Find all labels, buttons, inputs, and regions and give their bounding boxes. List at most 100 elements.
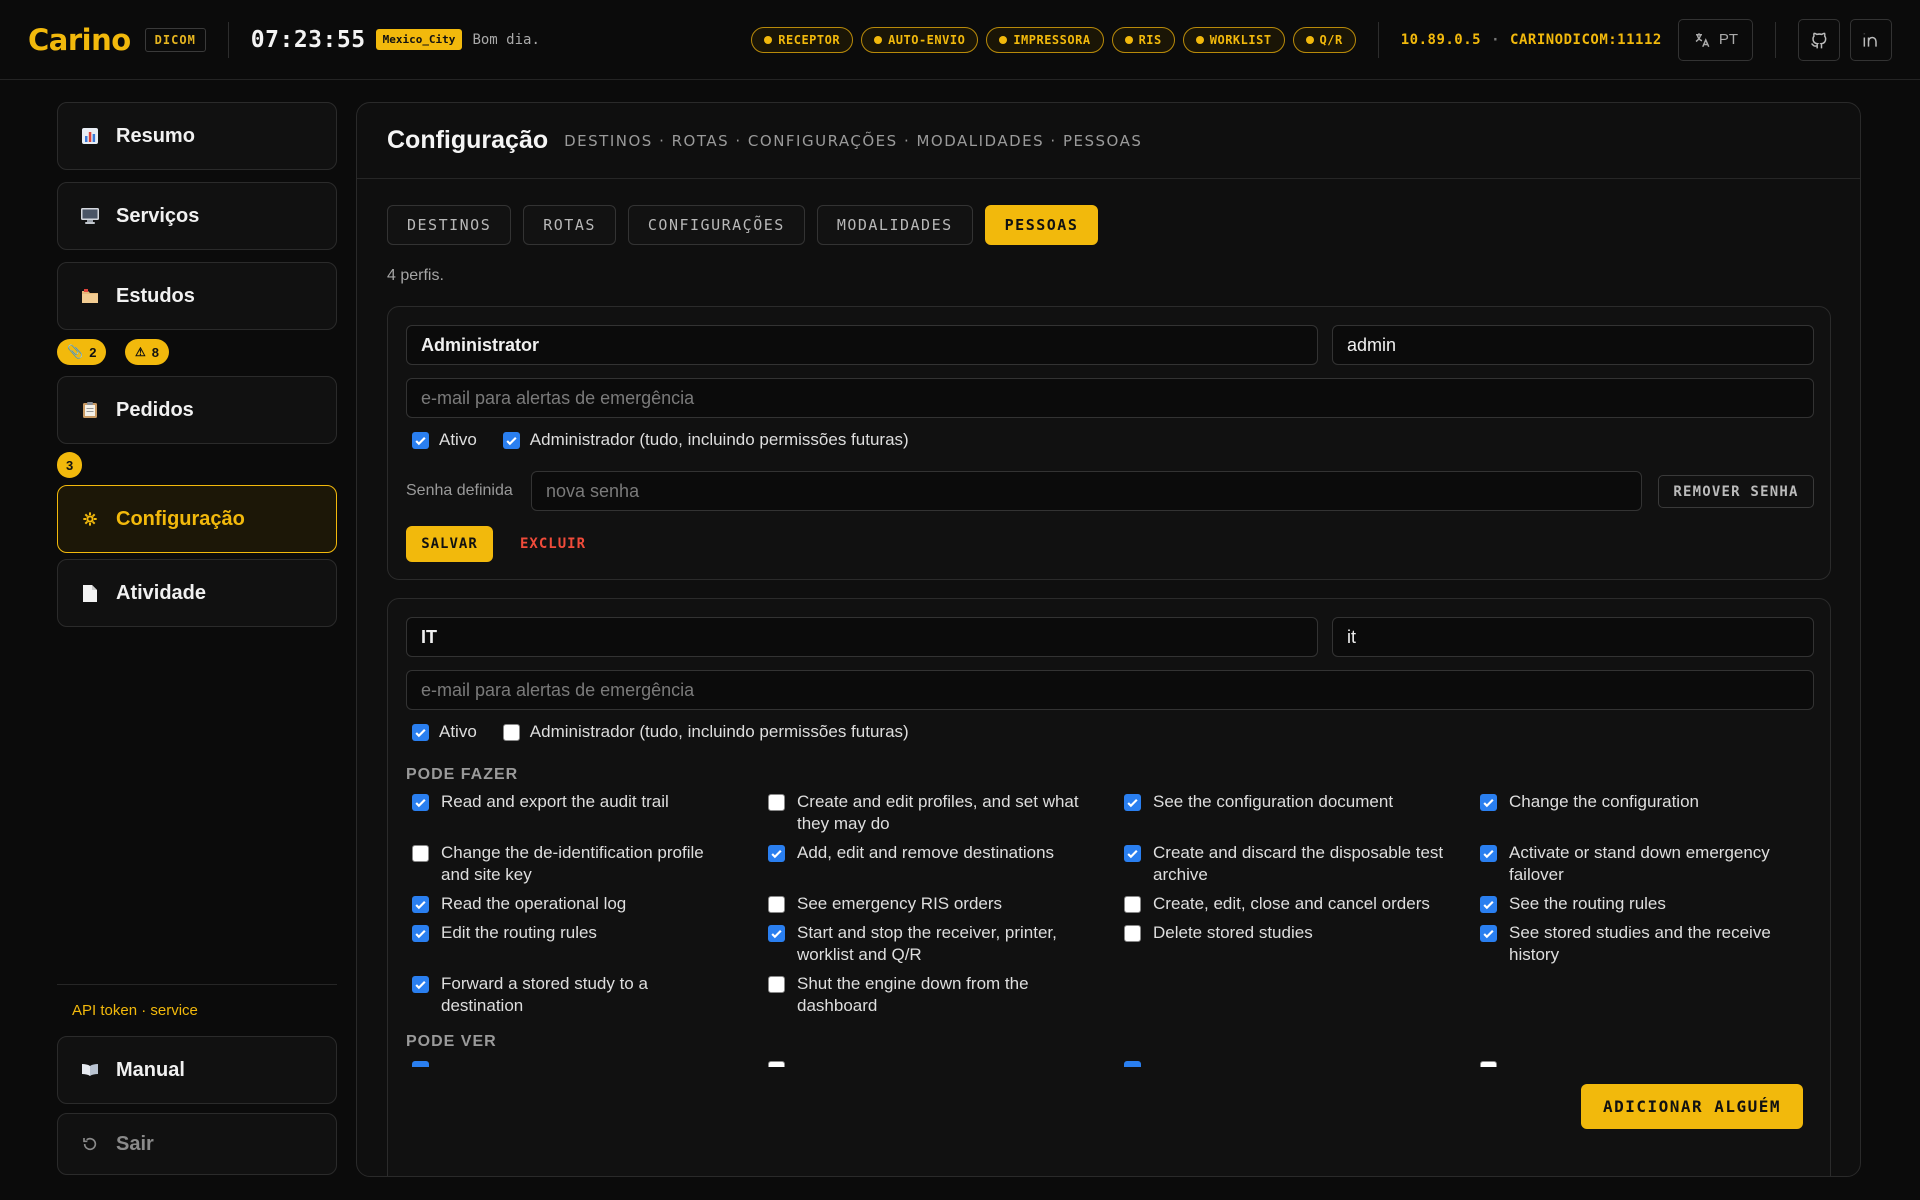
permission-item: Read the operational log <box>412 893 732 915</box>
permission-item: Create and discard the disposable test a… <box>1124 842 1444 886</box>
paperclip-icon: 📎 <box>67 344 84 359</box>
language-button[interactable]: PT <box>1677 18 1753 61</box>
permission-label: Read and export the audit trail <box>441 792 669 811</box>
profile-name-input[interactable]: Administrator <box>406 325 1318 365</box>
new-password-input[interactable]: nova senha <box>531 471 1642 511</box>
permission-checkbox[interactable] <box>768 976 785 993</box>
permission-checkbox[interactable] <box>412 794 429 811</box>
permission-checkbox[interactable] <box>412 925 429 942</box>
sidebar-item-manual[interactable]: Manual <box>57 1036 337 1104</box>
linkedin-icon <box>1863 33 1877 47</box>
checkbox[interactable] <box>412 1061 429 1067</box>
folder-icon <box>80 286 100 306</box>
checkbox-label: Administrador (tudo, incluindo permissõe… <box>529 722 909 741</box>
permission-checkbox[interactable] <box>1124 845 1141 862</box>
permission-label: Delete stored studies <box>1153 923 1313 942</box>
checkbox[interactable] <box>768 1061 785 1067</box>
clipboard-icon <box>80 400 100 420</box>
tab-pessoas[interactable]: PESSOAS <box>984 205 1099 245</box>
estudos-warning-badge: ⚠ 8 <box>125 339 169 365</box>
permission-checkbox[interactable] <box>1124 925 1141 942</box>
profile-name-input[interactable]: IT <box>406 617 1318 657</box>
permission-checkbox[interactable] <box>412 845 429 862</box>
status-dot-icon <box>764 35 773 44</box>
status-pill-receptor[interactable]: RECEPTOR <box>751 26 854 53</box>
delete-button[interactable]: EXCLUIR <box>520 536 586 552</box>
github-icon <box>1811 32 1827 48</box>
permission-label: Edit the routing rules <box>441 923 597 942</box>
permission-label: Change the configuration <box>1509 792 1699 811</box>
permission-item: Forward a stored study to a destination <box>412 973 732 1017</box>
permission-label: Create, edit, close and cancel orders <box>1153 894 1430 913</box>
permission-item: Add, edit and remove destinations <box>768 842 1088 864</box>
status-pill-impressora[interactable]: IMPRESSORA <box>986 26 1104 53</box>
permission-checkbox[interactable] <box>768 896 785 913</box>
badge-count: 8 <box>151 344 159 360</box>
permission-label: Activate or stand down emergency failove… <box>1509 843 1770 884</box>
emergency-email-input[interactable]: e-mail para alertas de emergência <box>406 378 1814 418</box>
status-pill-qr[interactable]: Q/R <box>1292 26 1356 53</box>
status-pill-ris[interactable]: RIS <box>1111 26 1175 53</box>
permission-checkbox[interactable] <box>1480 794 1497 811</box>
active-checkbox[interactable] <box>412 431 429 449</box>
sidebar-item-servicos[interactable]: Serviços <box>57 182 337 250</box>
admin-checkbox[interactable] <box>502 431 520 449</box>
permission-label: See the configuration document <box>1153 792 1394 811</box>
permission-label: Create and discard the disposable test a… <box>1153 843 1444 884</box>
permission-checkbox[interactable] <box>412 896 429 913</box>
permission-checkbox[interactable] <box>1480 845 1497 862</box>
bar-chart-icon <box>80 126 100 146</box>
profile-card-administrator: Administrator admin e-mail para alertas … <box>387 306 1831 580</box>
github-button[interactable] <box>1798 18 1840 61</box>
permission-checkbox[interactable] <box>768 794 785 811</box>
permission-checkbox[interactable] <box>1480 896 1497 913</box>
sidebar-item-configuracao[interactable]: Configuração <box>57 485 337 553</box>
sidebar-item-sair[interactable]: Sair <box>57 1113 337 1175</box>
emergency-email-input[interactable]: e-mail para alertas de emergência <box>406 670 1814 710</box>
status-pill-label: AUTO-ENVIO <box>888 32 966 47</box>
permission-item: Create, edit, close and cancel orders <box>1124 893 1444 915</box>
active-checkbox[interactable] <box>412 723 429 741</box>
tab-modalidades[interactable]: MODALIDADES <box>816 205 973 245</box>
sidebar-item-atividade[interactable]: Atividade <box>57 559 337 627</box>
permission-checkbox[interactable] <box>768 845 785 862</box>
tab-destinos[interactable]: DESTINOS <box>387 205 512 245</box>
dicom-badge: DICOM <box>144 27 206 52</box>
save-button[interactable]: SALVAR <box>406 526 493 562</box>
linkedin-button[interactable] <box>1850 18 1892 61</box>
checkbox[interactable] <box>1124 1061 1141 1067</box>
breadcrumb: DESTINOS · ROTAS · CONFIGURAÇÕES · MODAL… <box>564 131 1143 150</box>
permission-item: Shut the engine down from the dashboard <box>768 973 1088 1017</box>
permission-checkbox[interactable] <box>1480 925 1497 942</box>
add-person-button[interactable]: ADICIONAR ALGUÉM <box>1581 1084 1803 1129</box>
sidebar-item-resumo[interactable]: Resumo <box>57 102 337 170</box>
status-pill-auto-envio[interactable]: AUTO-ENVIO <box>861 26 979 53</box>
divider <box>1775 21 1776 58</box>
status-pill-label: Q/R <box>1319 32 1343 47</box>
remove-password-button[interactable]: REMOVER SENHA <box>1658 475 1814 508</box>
permission-item: Change the de-identification profile and… <box>412 842 732 886</box>
status-pill-label: RECEPTOR <box>778 32 841 47</box>
sidebar-item-label: Configuração <box>116 507 245 530</box>
gear-icon <box>80 509 100 529</box>
permission-item: Start and stop the receiver, printer, wo… <box>768 922 1088 966</box>
admin-checkbox[interactable] <box>502 723 520 741</box>
tab-configuracoes[interactable]: CONFIGURAÇÕES <box>627 205 805 245</box>
sidebar-item-pedidos[interactable]: Pedidos <box>57 376 337 444</box>
permission-checkbox[interactable] <box>1124 896 1141 913</box>
permission-label: Start and stop the receiver, printer, wo… <box>797 923 1057 964</box>
profile-username-input[interactable]: it <box>1332 617 1814 657</box>
divider <box>1377 21 1379 58</box>
status-pill-worklist[interactable]: WORKLIST <box>1182 26 1285 53</box>
permission-item: Activate or stand down emergency failove… <box>1480 842 1800 886</box>
tab-rotas[interactable]: ROTAS <box>523 205 616 245</box>
api-token-link[interactable]: API token · service <box>72 1002 198 1019</box>
clock: 07:23:55 <box>250 26 366 53</box>
permission-checkbox[interactable] <box>1124 794 1141 811</box>
language-label: PT <box>1718 31 1738 48</box>
checkbox[interactable] <box>1480 1061 1497 1067</box>
permission-checkbox[interactable] <box>768 925 785 942</box>
permission-checkbox[interactable] <box>412 976 429 993</box>
sidebar-item-estudos[interactable]: Estudos <box>57 262 337 330</box>
profile-username-input[interactable]: admin <box>1332 325 1814 365</box>
